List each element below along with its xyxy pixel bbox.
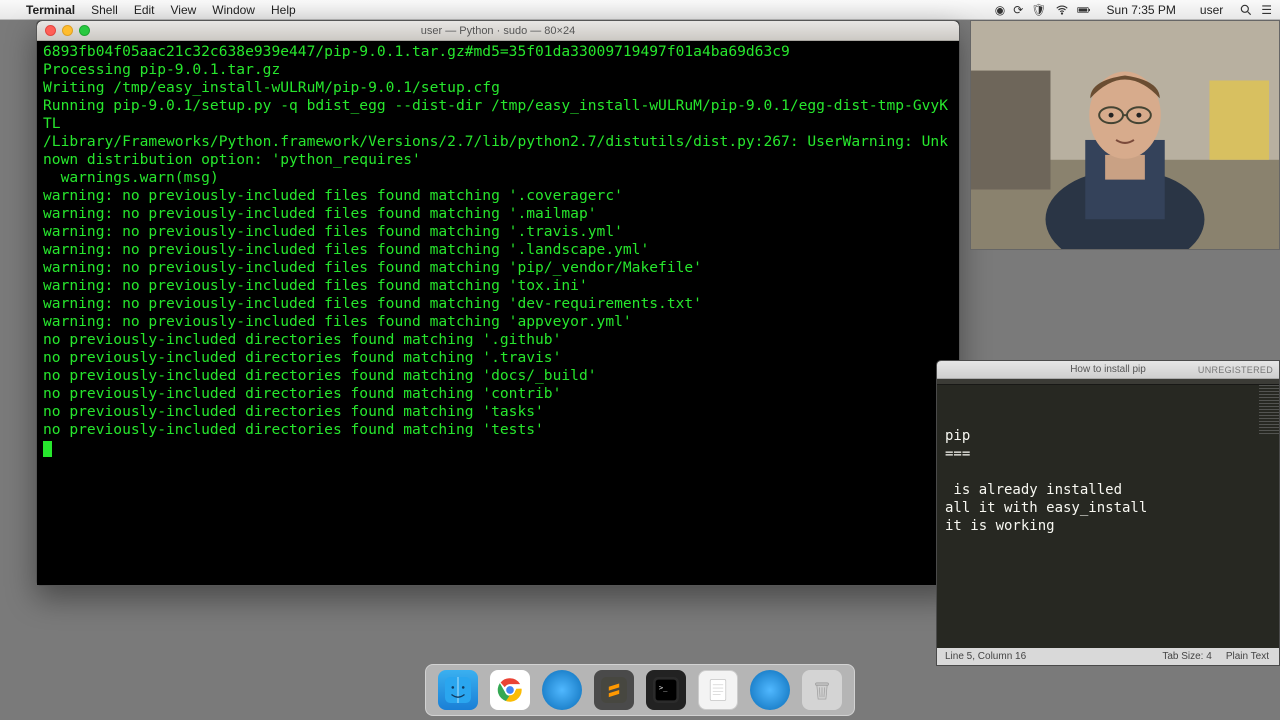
menubar-help[interactable]: Help [263, 3, 304, 17]
menubar-view[interactable]: View [163, 3, 205, 17]
wifi-icon[interactable] [1055, 3, 1069, 17]
sublime-statusbar: Line 5, Column 16 Tab Size: 4 Plain Text [937, 648, 1279, 665]
svg-text:>_: >_ [659, 683, 668, 692]
status-tab-size[interactable]: Tab Size: 4 [1162, 651, 1211, 662]
sublime-titlebar[interactable]: How to install pip UNREGISTERED [937, 361, 1279, 379]
terminal-title: user — Python · sudo — 80×24 [37, 25, 959, 37]
dock-trash-icon[interactable] [802, 670, 842, 710]
dock-document-icon[interactable] [698, 670, 738, 710]
menubar-app-name[interactable]: Terminal [18, 3, 83, 17]
menubar-shell[interactable]: Shell [83, 3, 126, 17]
menubar-window[interactable]: Window [204, 3, 263, 17]
terminal-titlebar[interactable]: user — Python · sudo — 80×24 [37, 21, 959, 41]
status-line-col[interactable]: Line 5, Column 16 [937, 651, 1026, 662]
terminal-output[interactable]: 6893fb04f05aac21c32c638e939e447/pip-9.0.… [37, 41, 959, 585]
dock-app1-icon[interactable] [542, 670, 582, 710]
battery-icon[interactable] [1077, 3, 1091, 17]
minimize-button[interactable] [62, 25, 73, 36]
close-button[interactable] [45, 25, 56, 36]
unregistered-label: UNREGISTERED [1198, 365, 1273, 375]
notification-center-icon[interactable]: ☰ [1261, 3, 1272, 17]
spotlight-icon[interactable] [1239, 3, 1253, 17]
webcam-feed [970, 20, 1280, 250]
dock: >_ [425, 664, 855, 716]
dock-finder-icon[interactable] [438, 670, 478, 710]
dock-chrome-icon[interactable] [490, 670, 530, 710]
minimap[interactable] [1259, 385, 1279, 435]
terminal-window[interactable]: user — Python · sudo — 80×24 6893fb04f05… [36, 20, 960, 586]
menubar-edit[interactable]: Edit [126, 3, 163, 17]
sublime-editor[interactable]: pip === is already installed all it with… [937, 385, 1279, 648]
shield-icon[interactable]: 🛡 [1031, 3, 1046, 17]
macos-menubar: Terminal Shell Edit View Window Help ◉ ⟳… [0, 0, 1280, 20]
dock-app2-icon[interactable] [750, 670, 790, 710]
zoom-button[interactable] [79, 25, 90, 36]
sublime-window[interactable]: How to install pip UNREGISTERED pip === … [936, 360, 1280, 666]
record-icon[interactable]: ◉ [995, 3, 1005, 17]
status-syntax[interactable]: Plain Text [1226, 651, 1269, 662]
menubar-user[interactable]: user [1192, 3, 1231, 17]
dock-sublime-icon[interactable] [594, 670, 634, 710]
sync-icon[interactable]: ⟳ [1013, 3, 1023, 17]
dock-terminal-icon[interactable]: >_ [646, 670, 686, 710]
menubar-clock[interactable]: Sun 7:35 PM [1099, 3, 1184, 17]
